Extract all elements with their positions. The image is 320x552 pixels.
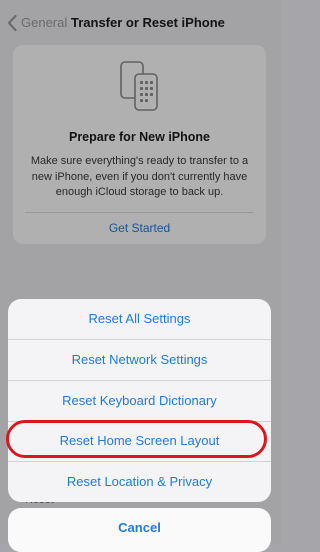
reset-location-privacy-button[interactable]: Reset Location & Privacy [8,462,271,502]
highlight-ring [6,420,267,458]
reset-all-settings-button[interactable]: Reset All Settings [8,299,271,339]
cancel-button[interactable]: Cancel [8,508,271,552]
reset-keyboard-dictionary-button[interactable]: Reset Keyboard Dictionary [8,381,271,421]
reset-network-settings-button[interactable]: Reset Network Settings [8,340,271,380]
cancel-button-label: Cancel [118,520,161,535]
reset-action-sheet: Reset All Settings Reset Network Setting… [8,299,271,502]
